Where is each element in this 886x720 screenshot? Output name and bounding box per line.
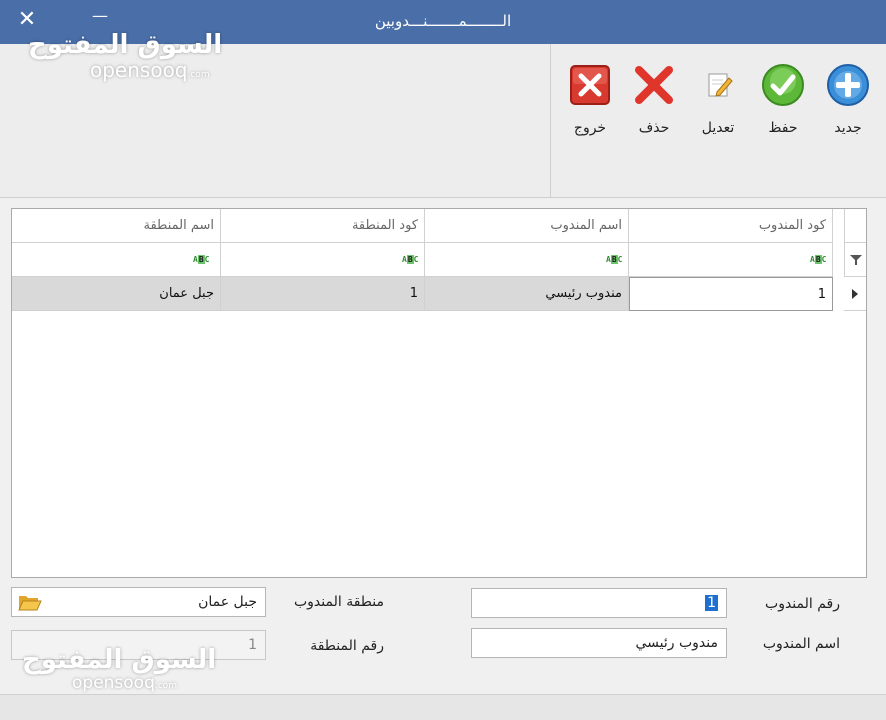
abc-filter-icon: ABC	[606, 255, 623, 264]
rep-region-value: جبل عمان	[198, 594, 257, 610]
grid-filter-row: ABC ABC ABC ABC	[12, 243, 866, 277]
folder-open-icon[interactable]	[18, 593, 42, 611]
status-bar	[0, 694, 886, 720]
edit-pencil-icon	[708, 73, 733, 97]
table-row[interactable]: جبل عمان 1 مندوب رئيسي 1	[12, 277, 866, 311]
column-header-rep-name[interactable]: اسم المندوب	[425, 209, 629, 243]
filter-funnel-icon	[849, 254, 862, 265]
new-label: جديد	[834, 120, 862, 136]
exit-button[interactable]: خروج	[560, 62, 620, 136]
plus-circle-icon	[827, 64, 869, 106]
cell-rep-name[interactable]: مندوب رئيسي	[425, 277, 629, 311]
watermark-bottom: السوق المفتوح opensooq.com	[22, 645, 216, 693]
filter-cell-rep-name[interactable]: ABC	[425, 243, 629, 277]
window-title: الــــــــمـــــــنـــدوبين	[374, 12, 512, 30]
row-indicator	[844, 277, 866, 311]
edit-button[interactable]: تعديل	[688, 62, 748, 136]
delete-button[interactable]: حذف	[624, 62, 684, 136]
current-row-arrow-icon	[852, 288, 858, 299]
watermark-english: opensooq.com	[72, 673, 177, 693]
rep-region-label: منطقة المندوب	[293, 594, 384, 610]
edit-label: تعديل	[701, 120, 735, 136]
watermark-english: opensooq.com	[90, 58, 210, 82]
save-button[interactable]: حفظ	[753, 62, 813, 136]
new-button[interactable]: جديد	[818, 62, 878, 136]
toolbar-separator	[550, 44, 551, 198]
abc-filter-icon: ABC	[402, 255, 419, 264]
filter-cell-region-code[interactable]: ABC	[221, 243, 425, 277]
exit-label: خروج	[573, 120, 607, 136]
watermark-top: السوق المفتوح opensooq.com	[28, 30, 222, 82]
abc-filter-icon: ABC	[810, 255, 827, 264]
rep-region-input[interactable]: جبل عمان	[11, 587, 266, 617]
watermark-arabic: السوق المفتوح	[22, 645, 217, 675]
cell-rep-code[interactable]: 1	[629, 277, 833, 311]
delete-label: حذف	[638, 120, 670, 136]
save-label: حفظ	[768, 120, 798, 136]
exit-box-icon	[570, 65, 610, 105]
checkmark-circle-icon	[762, 64, 804, 106]
rep-name-label: اسم المندوب	[762, 636, 840, 652]
grid-header-row: اسم المنطقة كود المنطقة اسم المندوب كود …	[12, 209, 866, 243]
representatives-grid[interactable]: اسم المنطقة كود المنطقة اسم المندوب كود …	[11, 208, 867, 578]
rep-number-input[interactable]: 1	[471, 588, 727, 618]
delete-x-icon	[635, 66, 673, 104]
filter-cell-rep-code[interactable]: ABC	[629, 243, 833, 277]
row-indicator-header	[844, 209, 866, 243]
rep-number-label: رقم المندوب	[765, 596, 840, 612]
cell-region-code[interactable]: 1	[221, 277, 425, 311]
column-header-rep-code[interactable]: كود المندوب	[629, 209, 833, 243]
rep-name-input[interactable]: مندوب رئيسي	[471, 628, 727, 658]
cell-region-name[interactable]: جبل عمان	[12, 277, 221, 311]
abc-filter-icon: ABC	[193, 255, 210, 264]
filter-cell-region-name[interactable]: ABC	[12, 243, 221, 277]
region-number-label: رقم المنطقة	[310, 638, 384, 654]
filter-button[interactable]	[844, 243, 866, 277]
column-header-region-code[interactable]: كود المنطقة	[221, 209, 425, 243]
watermark-arabic: السوق المفتوح	[28, 30, 223, 60]
column-header-region-name[interactable]: اسم المنطقة	[12, 209, 221, 243]
